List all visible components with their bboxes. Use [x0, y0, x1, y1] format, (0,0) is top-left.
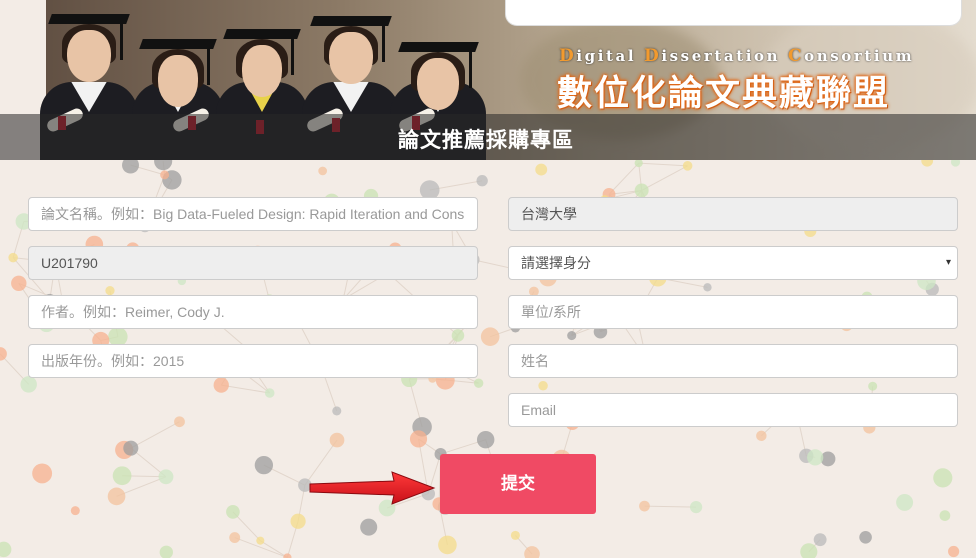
decorative-dot [0, 347, 7, 361]
decorative-dot [756, 430, 767, 442]
site-name-english: Digital Dissertation Consortium [559, 46, 915, 66]
decorative-dot [105, 285, 115, 296]
decorative-dot [476, 175, 488, 187]
identity-select-value: 請選擇身分 [521, 255, 591, 271]
name-input[interactable]: 姓名 [508, 344, 958, 378]
decorative-dot [438, 535, 457, 555]
submit-button[interactable]: 提交 [440, 454, 596, 514]
decorative-dot [535, 163, 548, 176]
decorative-dot [476, 430, 495, 449]
decorative-dot [174, 416, 185, 428]
decorative-dot [213, 377, 229, 393]
decorative-dot [107, 487, 126, 506]
decorative-dot [639, 500, 650, 512]
decorative-dot [451, 329, 465, 342]
decorative-dot [254, 455, 274, 475]
page-title: 論文推薦採購專區 [398, 128, 574, 152]
decorative-dot [807, 449, 824, 466]
site-name-chinese: 數位化論文典藏聯盟 [557, 74, 891, 114]
decorative-dot [813, 533, 827, 547]
decorative-dot [154, 160, 173, 171]
identity-select[interactable]: 請選擇身分 ▾ [508, 246, 958, 280]
decorative-dot [510, 530, 520, 540]
decorative-dot [567, 331, 577, 341]
decorative-dot [703, 283, 712, 292]
decorative-dot [159, 545, 173, 558]
decorative-dot [264, 388, 275, 398]
decorative-dot [329, 432, 345, 448]
decorative-dot [939, 510, 951, 521]
decorative-dot [8, 252, 18, 263]
decorative-dot [256, 536, 265, 545]
chevron-down-icon: ▾ [945, 257, 951, 268]
decorative-dot [859, 531, 872, 544]
title-input[interactable]: 論文名稱。例如：Big Data-Fueled Design: Rapid It… [28, 197, 478, 231]
red-arrow-icon [309, 471, 436, 505]
decorative-dot [112, 466, 132, 486]
decorative-dot [160, 170, 170, 180]
decorative-dot [123, 440, 139, 456]
decorative-dot [933, 468, 953, 488]
year-input[interactable]: 出版年份。例如：2015 [28, 344, 478, 378]
decorative-dot [921, 160, 934, 167]
decorative-dot [290, 513, 306, 529]
decorative-dot [0, 541, 12, 558]
decorative-dot [318, 166, 328, 176]
decorative-dot [226, 505, 240, 519]
decorative-dot [473, 378, 484, 388]
author-input[interactable]: 作者。例如：Reimer, Cody J. [28, 295, 478, 329]
school-field: 台灣大學 [508, 197, 958, 231]
decorative-dot [948, 545, 960, 558]
decorative-dot [122, 160, 139, 174]
department-input[interactable]: 單位/系所 [508, 295, 958, 329]
decorative-dot [689, 500, 703, 514]
decorative-dot [20, 376, 37, 393]
decorative-dot [538, 380, 548, 391]
decorative-dot [634, 183, 649, 198]
decorative-dot [480, 327, 500, 347]
decorative-dot [229, 532, 241, 544]
decorative-dot [682, 161, 693, 171]
decorative-dot [32, 463, 53, 484]
decorative-dot [158, 469, 174, 485]
decorative-dot [332, 406, 342, 416]
email-input[interactable]: Email [508, 393, 958, 427]
decorative-dot [896, 493, 914, 511]
decorative-dot [950, 160, 961, 167]
decorative-dot [409, 430, 428, 448]
decorative-dot [70, 506, 80, 516]
decorative-dot [283, 553, 292, 558]
decorative-dot [868, 381, 878, 391]
id-field: U201790 [28, 246, 478, 280]
decorative-dot [360, 518, 378, 536]
decorative-dot [11, 275, 27, 291]
banner-top-tab [505, 0, 962, 26]
header-banner: Digital Dissertation Consortium 數位化論文典藏聯… [0, 0, 976, 160]
